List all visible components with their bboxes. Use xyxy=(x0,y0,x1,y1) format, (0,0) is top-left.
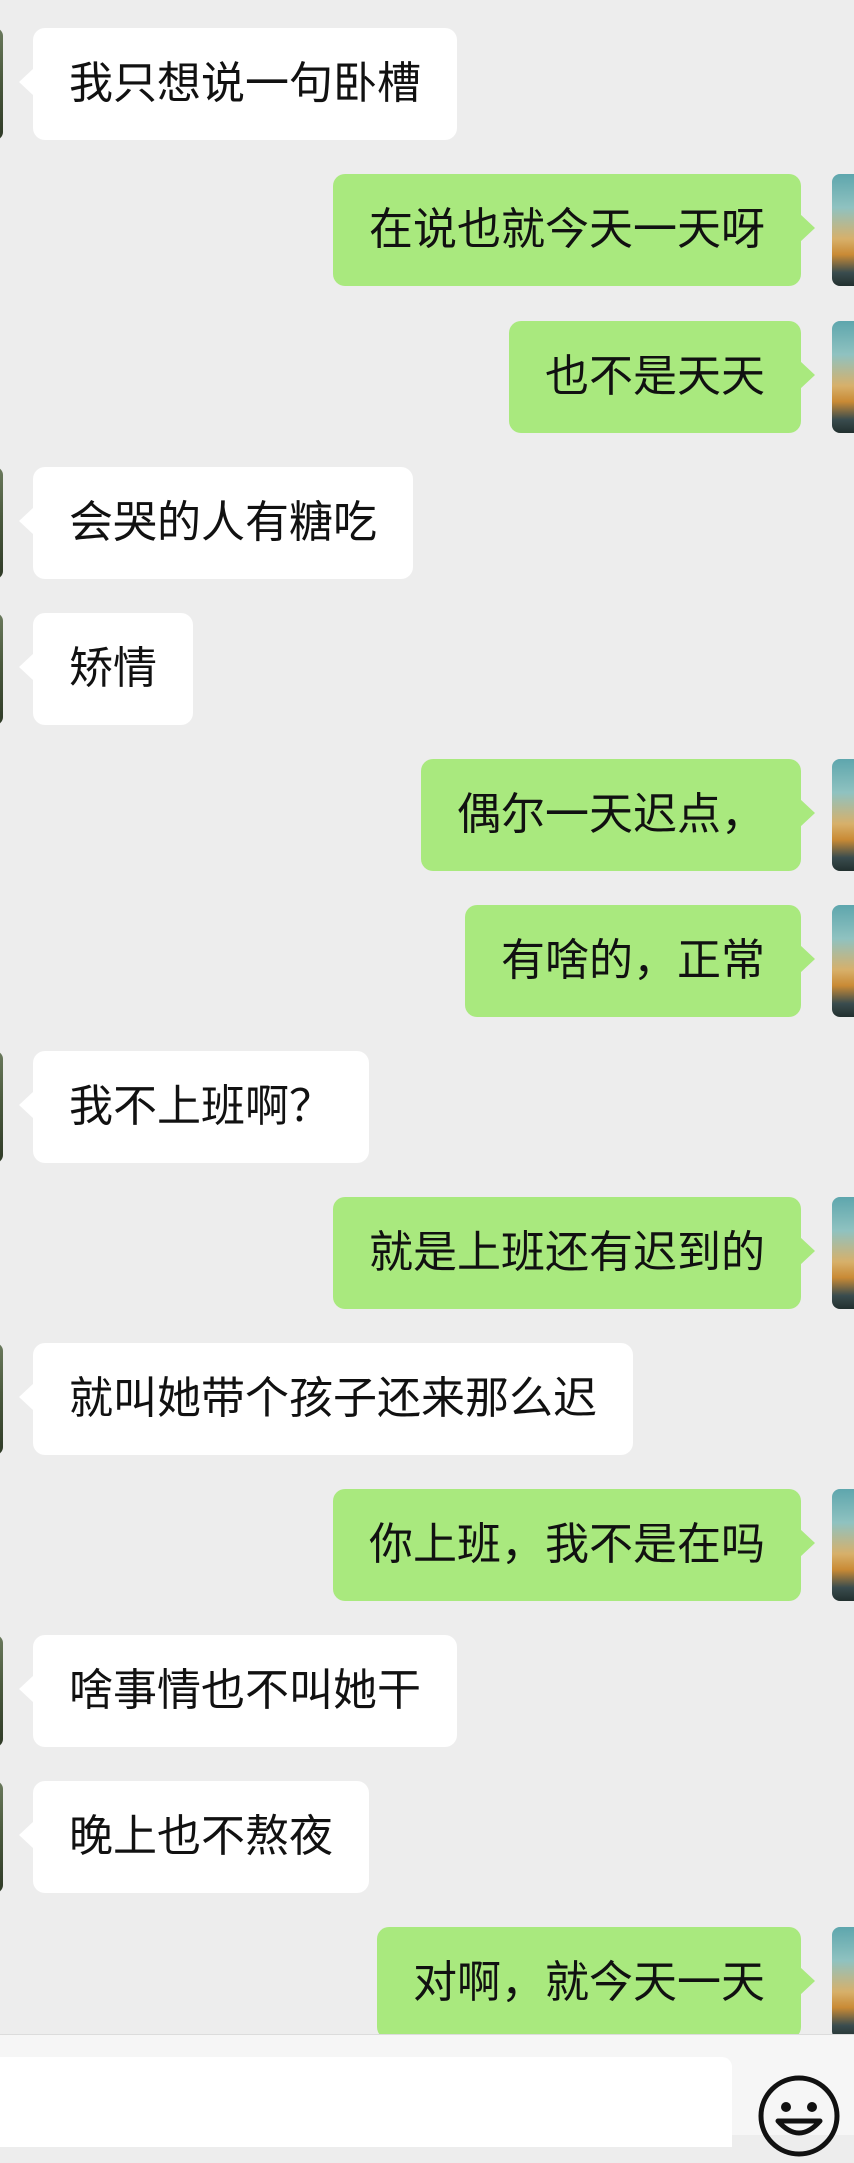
message-bubble[interactable]: 偶尔一天迟点， xyxy=(421,759,815,871)
my-avatar[interactable] xyxy=(832,174,854,286)
message-incoming: 就叫她带个孩子还来那么迟 xyxy=(0,1343,854,1455)
input-bar xyxy=(0,2034,854,2157)
message-outgoing: 有啥的，正常 xyxy=(0,905,854,1017)
my-avatar[interactable] xyxy=(832,321,854,433)
emoji-button[interactable] xyxy=(756,2073,842,2159)
my-avatar[interactable] xyxy=(832,1927,854,2034)
emoji-icon xyxy=(758,2075,840,2157)
message-bubble[interactable]: 晚上也不熬夜 xyxy=(19,1781,369,1893)
contact-avatar[interactable] xyxy=(0,467,3,579)
contact-avatar[interactable] xyxy=(0,1051,3,1163)
my-avatar[interactable] xyxy=(832,1489,854,1601)
message-incoming: 我只想说一句卧槽 xyxy=(0,28,854,140)
message-incoming: 会哭的人有糖吃 xyxy=(0,467,854,579)
message-outgoing: 就是上班还有迟到的 xyxy=(0,1197,854,1309)
my-avatar[interactable] xyxy=(832,759,854,871)
message-outgoing: 你上班，我不是在吗 xyxy=(0,1489,854,1601)
message-incoming: 矫情 xyxy=(0,613,854,725)
contact-avatar[interactable] xyxy=(0,1343,3,1455)
contact-avatar[interactable] xyxy=(0,1635,3,1747)
message-bubble[interactable]: 啥事情也不叫她干 xyxy=(19,1635,457,1747)
message-bubble[interactable]: 也不是天天 xyxy=(509,321,815,433)
chat-message-list[interactable]: 我只想说一句卧槽 在说也就今天一天呀 也不是天天 会哭的人有糖吃 矫情 偶尔一天… xyxy=(0,0,854,2034)
message-bubble[interactable]: 在说也就今天一天呀 xyxy=(333,174,815,286)
message-incoming: 啥事情也不叫她干 xyxy=(0,1635,854,1747)
my-avatar[interactable] xyxy=(832,905,854,1017)
message-bubble[interactable]: 你上班，我不是在吗 xyxy=(333,1489,815,1601)
message-bubble[interactable]: 会哭的人有糖吃 xyxy=(19,467,413,579)
message-outgoing: 对啊，就今天一天 xyxy=(0,1927,854,2034)
message-outgoing: 偶尔一天迟点， xyxy=(0,759,854,871)
message-bubble[interactable]: 就叫她带个孩子还来那么迟 xyxy=(19,1343,633,1455)
my-avatar[interactable] xyxy=(832,1197,854,1309)
message-bubble[interactable]: 我只想说一句卧槽 xyxy=(19,28,457,140)
contact-avatar[interactable] xyxy=(0,1781,3,1893)
message-incoming: 晚上也不熬夜 xyxy=(0,1781,854,1893)
message-incoming: 我不上班啊？ xyxy=(0,1051,854,1163)
message-bubble[interactable]: 就是上班还有迟到的 xyxy=(333,1197,815,1309)
message-bubble[interactable]: 对啊，就今天一天 xyxy=(377,1927,815,2034)
message-bubble[interactable]: 我不上班啊？ xyxy=(19,1051,369,1163)
message-bubble[interactable]: 有啥的，正常 xyxy=(465,905,815,1017)
contact-avatar[interactable] xyxy=(0,613,3,725)
message-bubble[interactable]: 矫情 xyxy=(19,613,193,725)
message-outgoing: 也不是天天 xyxy=(0,321,854,433)
message-outgoing: 在说也就今天一天呀 xyxy=(0,174,854,286)
contact-avatar[interactable] xyxy=(0,28,3,140)
